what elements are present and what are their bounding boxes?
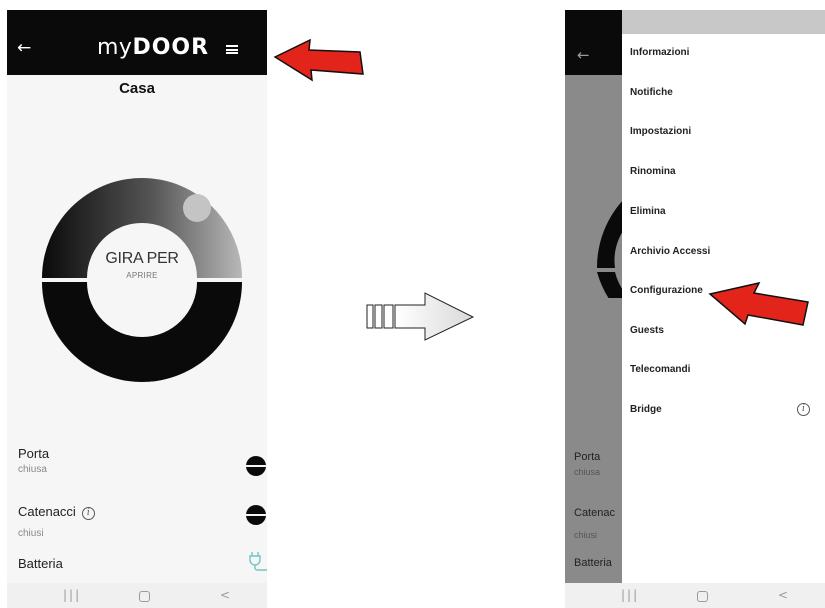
- porta-value: chiusa: [18, 464, 47, 475]
- app-bar: ← myDOOR: [7, 10, 267, 75]
- drawer-item-archivio-accessi[interactable]: Archivio Accessi: [630, 246, 710, 257]
- catenacci-label: Catenacci: [18, 504, 76, 519]
- status-porta: Porta chiusa: [18, 446, 266, 476]
- batteria-label: Batteria: [18, 556, 63, 571]
- back-arrow-icon[interactable]: ←: [17, 40, 31, 57]
- drawer-item-elimina[interactable]: Elimina: [630, 206, 666, 217]
- hamburger-menu-icon[interactable]: [226, 45, 238, 54]
- dial-main-text: GIRA PER: [105, 250, 179, 267]
- power-plug-icon: [249, 552, 267, 571]
- dial-label: GIRA PER APRIRE: [7, 250, 267, 280]
- nav-back-icon[interactable]: <: [220, 589, 230, 601]
- drawer-item-impostazioni[interactable]: Impostazioni: [630, 126, 691, 137]
- system-nav-bar: ||| <: [565, 583, 825, 608]
- bridge-info-icon[interactable]: i: [797, 403, 810, 416]
- drawer-item-configurazione[interactable]: Configurazione: [630, 285, 703, 296]
- app-logo: myDOOR: [97, 34, 209, 64]
- dimmed-porta-label: Porta: [574, 451, 601, 463]
- system-nav-bar: ||| <: [7, 583, 267, 608]
- info-icon[interactable]: i: [81, 507, 95, 520]
- page-title: Casa: [119, 80, 155, 97]
- catenacci-value: chiusi: [18, 528, 44, 539]
- drawer-item-notifiche[interactable]: Notifiche: [630, 87, 673, 98]
- drawer-item-guests[interactable]: Guests: [630, 325, 664, 336]
- recent-apps-icon[interactable]: |||: [621, 589, 639, 601]
- dimmed-batteria-label: Batteria: [574, 557, 612, 569]
- nav-back-icon[interactable]: <: [778, 589, 788, 601]
- back-arrow-icon: ←: [577, 46, 590, 64]
- door-lock-icon[interactable]: [246, 456, 266, 476]
- dimmed-catenacci-value: chiusi: [574, 530, 598, 540]
- drawer-item-informazioni[interactable]: Informazioni: [630, 47, 689, 58]
- home-icon[interactable]: [139, 591, 150, 602]
- drawer-item-bridge[interactable]: Bridge: [630, 404, 662, 415]
- status-catenacci: Catenacci i chiusi: [18, 504, 266, 539]
- dimmed-app-bar: ←: [565, 10, 625, 75]
- rotation-dial[interactable]: [40, 178, 244, 382]
- drawer-item-telecomandi[interactable]: Telecomandi: [630, 364, 690, 375]
- recent-apps-icon[interactable]: |||: [63, 589, 81, 601]
- drawer-item-rinomina[interactable]: Rinomina: [630, 166, 676, 177]
- left-phone-screen: ← myDOOR Casa GIRA PER APRIRE Porta chiu…: [7, 10, 267, 608]
- drawer-header: [622, 10, 825, 34]
- highlight-arrow-configurazione: [708, 281, 809, 326]
- dimmed-porta-value: chiusa: [574, 467, 601, 477]
- dimmed-catenacci-label: Catenac: [574, 507, 615, 519]
- transition-arrow: [366, 292, 475, 341]
- highlight-arrow-menu: [273, 38, 364, 82]
- home-icon[interactable]: [697, 591, 708, 602]
- status-batteria: Batteria: [18, 552, 267, 571]
- bolt-lock-icon[interactable]: [246, 505, 266, 525]
- logo-my: my: [97, 35, 133, 60]
- logo-door: DOOR: [132, 35, 210, 60]
- dial-sub-text: APRIRE: [126, 271, 158, 280]
- porta-label: Porta: [18, 446, 50, 461]
